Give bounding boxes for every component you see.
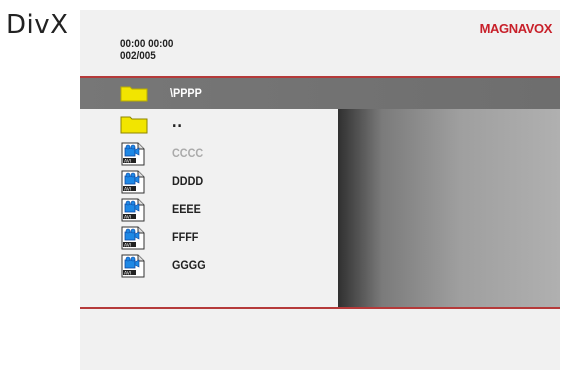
svg-text:AVI: AVI [124, 186, 131, 192]
svg-text:AVI: AVI [124, 270, 131, 276]
preview-panel [338, 109, 560, 307]
svg-text:AVI: AVI [124, 242, 131, 248]
svg-text:AVI: AVI [124, 158, 131, 164]
video-file-icon: AVI [120, 170, 146, 194]
svg-text:AVI: AVI [124, 214, 131, 220]
file-list: .. AVI CCCC AVI DDDD AVI EEEE AVI FFFF AVI GGGG [80, 109, 338, 307]
list-item[interactable]: .. [80, 111, 338, 139]
folder-icon [120, 114, 148, 134]
track-counter: 002/005 [120, 50, 156, 62]
list-item[interactable]: AVI FFFF [80, 223, 338, 251]
divider-bottom [80, 307, 560, 309]
list-item[interactable]: AVI EEEE [80, 195, 338, 223]
current-path: \PPPP [170, 86, 202, 100]
list-item-label: FFFF [172, 230, 199, 244]
current-path-bar[interactable]: \PPPP [80, 78, 560, 109]
file-browser-screen: 00:00 00:00 002/005 MAGNAVOX \PPPP .. AVI… [80, 10, 560, 370]
header: 00:00 00:00 002/005 MAGNAVOX [80, 10, 560, 78]
brand-logo: MAGNAVOX [479, 21, 553, 36]
folder-icon [120, 84, 148, 102]
time-display: 00:00 00:00 [120, 38, 174, 50]
list-item-label: EEEE [172, 202, 201, 216]
list-item-label: CCCC [172, 146, 204, 160]
list-item[interactable]: AVI DDDD [80, 167, 338, 195]
video-file-icon: AVI [120, 142, 146, 166]
video-file-icon: AVI [120, 198, 146, 222]
list-item[interactable]: AVI CCCC [80, 139, 338, 167]
video-file-icon: AVI [120, 254, 146, 278]
format-label: DivX [6, 10, 69, 40]
list-item-label: DDDD [172, 174, 204, 188]
video-file-icon: AVI [120, 226, 146, 250]
list-item[interactable]: AVI GGGG [80, 251, 338, 279]
list-item-label: GGGG [172, 258, 206, 272]
list-item-label: .. [172, 111, 183, 131]
